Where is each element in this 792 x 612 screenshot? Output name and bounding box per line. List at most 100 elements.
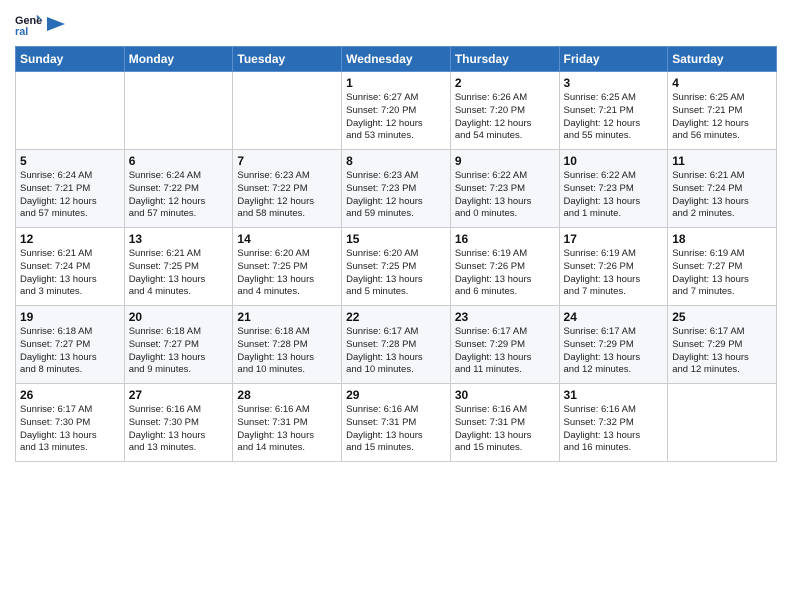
week-row-4: 26 Sunrise: 6:17 AMSunset: 7:30 PMDayligh… <box>16 384 777 462</box>
calendar-cell: 28 Sunrise: 6:16 AMSunset: 7:31 PMDayligh… <box>233 384 342 462</box>
week-row-3: 19 Sunrise: 6:18 AMSunset: 7:27 PMDayligh… <box>16 306 777 384</box>
cell-info: Sunrise: 6:16 AMSunset: 7:31 PMDaylight:… <box>455 404 555 455</box>
calendar-cell: 22 Sunrise: 6:17 AMSunset: 7:28 PMDayligh… <box>342 306 451 384</box>
cell-info: Sunrise: 6:16 AMSunset: 7:31 PMDaylight:… <box>346 404 446 455</box>
day-number: 31 <box>564 388 664 402</box>
cell-info: Sunrise: 6:18 AMSunset: 7:27 PMDaylight:… <box>20 326 120 377</box>
cell-info: Sunrise: 6:16 AMSunset: 7:30 PMDaylight:… <box>129 404 229 455</box>
cell-info: Sunrise: 6:20 AMSunset: 7:25 PMDaylight:… <box>346 248 446 299</box>
weekday-header-saturday: Saturday <box>668 47 777 72</box>
cell-info: Sunrise: 6:21 AMSunset: 7:25 PMDaylight:… <box>129 248 229 299</box>
logo-text <box>47 15 65 33</box>
day-number: 19 <box>20 310 120 324</box>
day-number: 2 <box>455 76 555 90</box>
calendar-cell <box>233 72 342 150</box>
calendar-cell: 30 Sunrise: 6:16 AMSunset: 7:31 PMDayligh… <box>450 384 559 462</box>
calendar-cell: 13 Sunrise: 6:21 AMSunset: 7:25 PMDayligh… <box>124 228 233 306</box>
day-number: 16 <box>455 232 555 246</box>
cell-info: Sunrise: 6:17 AMSunset: 7:30 PMDaylight:… <box>20 404 120 455</box>
svg-text:ral: ral <box>15 26 28 38</box>
day-number: 1 <box>346 76 446 90</box>
weekday-header-tuesday: Tuesday <box>233 47 342 72</box>
cell-info: Sunrise: 6:24 AMSunset: 7:21 PMDaylight:… <box>20 170 120 221</box>
day-number: 28 <box>237 388 337 402</box>
cell-info: Sunrise: 6:17 AMSunset: 7:29 PMDaylight:… <box>455 326 555 377</box>
day-number: 9 <box>455 154 555 168</box>
day-number: 4 <box>672 76 772 90</box>
header: Gene ral <box>15 10 777 38</box>
day-number: 15 <box>346 232 446 246</box>
day-number: 12 <box>20 232 120 246</box>
page: Gene ral SundayMondayTuesdayWednesd <box>0 0 792 612</box>
day-number: 24 <box>564 310 664 324</box>
calendar-cell: 31 Sunrise: 6:16 AMSunset: 7:32 PMDayligh… <box>559 384 668 462</box>
cell-info: Sunrise: 6:27 AMSunset: 7:20 PMDaylight:… <box>346 92 446 143</box>
weekday-header-thursday: Thursday <box>450 47 559 72</box>
cell-info: Sunrise: 6:19 AMSunset: 7:27 PMDaylight:… <box>672 248 772 299</box>
cell-info: Sunrise: 6:23 AMSunset: 7:22 PMDaylight:… <box>237 170 337 221</box>
cell-info: Sunrise: 6:23 AMSunset: 7:23 PMDaylight:… <box>346 170 446 221</box>
calendar-cell: 10Sunrise: 6:22 AMSunset: 7:23 PMDayligh… <box>559 150 668 228</box>
calendar-cell: 20 Sunrise: 6:18 AMSunset: 7:27 PMDayligh… <box>124 306 233 384</box>
day-number: 25 <box>672 310 772 324</box>
day-number: 26 <box>20 388 120 402</box>
cell-info: Sunrise: 6:16 AMSunset: 7:32 PMDaylight:… <box>564 404 664 455</box>
calendar-cell: 21 Sunrise: 6:18 AMSunset: 7:28 PMDayligh… <box>233 306 342 384</box>
calendar-cell: 17 Sunrise: 6:19 AMSunset: 7:26 PMDayligh… <box>559 228 668 306</box>
cell-info: Sunrise: 6:22 AMSunset: 7:23 PMDaylight:… <box>564 170 664 221</box>
cell-info: Sunrise: 6:21 AMSunset: 7:24 PMDaylight:… <box>20 248 120 299</box>
cell-info: Sunrise: 6:19 AMSunset: 7:26 PMDaylight:… <box>455 248 555 299</box>
day-number: 13 <box>129 232 229 246</box>
day-number: 11 <box>672 154 772 168</box>
cell-info: Sunrise: 6:21 AMSunset: 7:24 PMDaylight:… <box>672 170 772 221</box>
week-row-2: 12 Sunrise: 6:21 AMSunset: 7:24 PMDayligh… <box>16 228 777 306</box>
week-row-0: 1 Sunrise: 6:27 AMSunset: 7:20 PMDaylight… <box>16 72 777 150</box>
cell-info: Sunrise: 6:16 AMSunset: 7:31 PMDaylight:… <box>237 404 337 455</box>
week-row-1: 5Sunrise: 6:24 AMSunset: 7:21 PMDaylight… <box>16 150 777 228</box>
day-number: 17 <box>564 232 664 246</box>
calendar-cell: 1 Sunrise: 6:27 AMSunset: 7:20 PMDaylight… <box>342 72 451 150</box>
calendar-cell: 9 Sunrise: 6:22 AMSunset: 7:23 PMDaylight… <box>450 150 559 228</box>
calendar-cell: 23Sunrise: 6:17 AMSunset: 7:29 PMDayligh… <box>450 306 559 384</box>
calendar-cell: 24Sunrise: 6:17 AMSunset: 7:29 PMDayligh… <box>559 306 668 384</box>
cell-info: Sunrise: 6:24 AMSunset: 7:22 PMDaylight:… <box>129 170 229 221</box>
weekday-header-wednesday: Wednesday <box>342 47 451 72</box>
day-number: 21 <box>237 310 337 324</box>
calendar-cell: 26 Sunrise: 6:17 AMSunset: 7:30 PMDayligh… <box>16 384 125 462</box>
day-number: 7 <box>237 154 337 168</box>
calendar-cell: 2Sunrise: 6:26 AMSunset: 7:20 PMDaylight… <box>450 72 559 150</box>
weekday-header-monday: Monday <box>124 47 233 72</box>
weekday-header-sunday: Sunday <box>16 47 125 72</box>
cell-info: Sunrise: 6:18 AMSunset: 7:27 PMDaylight:… <box>129 326 229 377</box>
calendar-cell: 4Sunrise: 6:25 AMSunset: 7:21 PMDaylight… <box>668 72 777 150</box>
calendar-cell: 5Sunrise: 6:24 AMSunset: 7:21 PMDaylight… <box>16 150 125 228</box>
calendar-cell: 18Sunrise: 6:19 AMSunset: 7:27 PMDayligh… <box>668 228 777 306</box>
day-number: 8 <box>346 154 446 168</box>
cell-info: Sunrise: 6:17 AMSunset: 7:28 PMDaylight:… <box>346 326 446 377</box>
calendar-cell <box>668 384 777 462</box>
day-number: 3 <box>564 76 664 90</box>
cell-info: Sunrise: 6:19 AMSunset: 7:26 PMDaylight:… <box>564 248 664 299</box>
calendar-cell: 8 Sunrise: 6:23 AMSunset: 7:23 PMDaylight… <box>342 150 451 228</box>
calendar-cell: 14Sunrise: 6:20 AMSunset: 7:25 PMDayligh… <box>233 228 342 306</box>
day-number: 29 <box>346 388 446 402</box>
calendar-cell: 11 Sunrise: 6:21 AMSunset: 7:24 PMDayligh… <box>668 150 777 228</box>
day-number: 6 <box>129 154 229 168</box>
cell-info: Sunrise: 6:22 AMSunset: 7:23 PMDaylight:… <box>455 170 555 221</box>
calendar-cell: 3 Sunrise: 6:25 AMSunset: 7:21 PMDaylight… <box>559 72 668 150</box>
calendar-cell: 12 Sunrise: 6:21 AMSunset: 7:24 PMDayligh… <box>16 228 125 306</box>
calendar-cell: 16 Sunrise: 6:19 AMSunset: 7:26 PMDayligh… <box>450 228 559 306</box>
calendar-cell: 7 Sunrise: 6:23 AMSunset: 7:22 PMDaylight… <box>233 150 342 228</box>
cell-info: Sunrise: 6:18 AMSunset: 7:28 PMDaylight:… <box>237 326 337 377</box>
cell-info: Sunrise: 6:25 AMSunset: 7:21 PMDaylight:… <box>564 92 664 143</box>
day-number: 22 <box>346 310 446 324</box>
cell-info: Sunrise: 6:20 AMSunset: 7:25 PMDaylight:… <box>237 248 337 299</box>
calendar-cell <box>124 72 233 150</box>
calendar-cell: 15 Sunrise: 6:20 AMSunset: 7:25 PMDayligh… <box>342 228 451 306</box>
weekday-header-friday: Friday <box>559 47 668 72</box>
logo-flag-icon <box>47 17 65 31</box>
day-number: 30 <box>455 388 555 402</box>
calendar-cell <box>16 72 125 150</box>
logo-icon: Gene ral <box>15 10 43 38</box>
day-number: 20 <box>129 310 229 324</box>
